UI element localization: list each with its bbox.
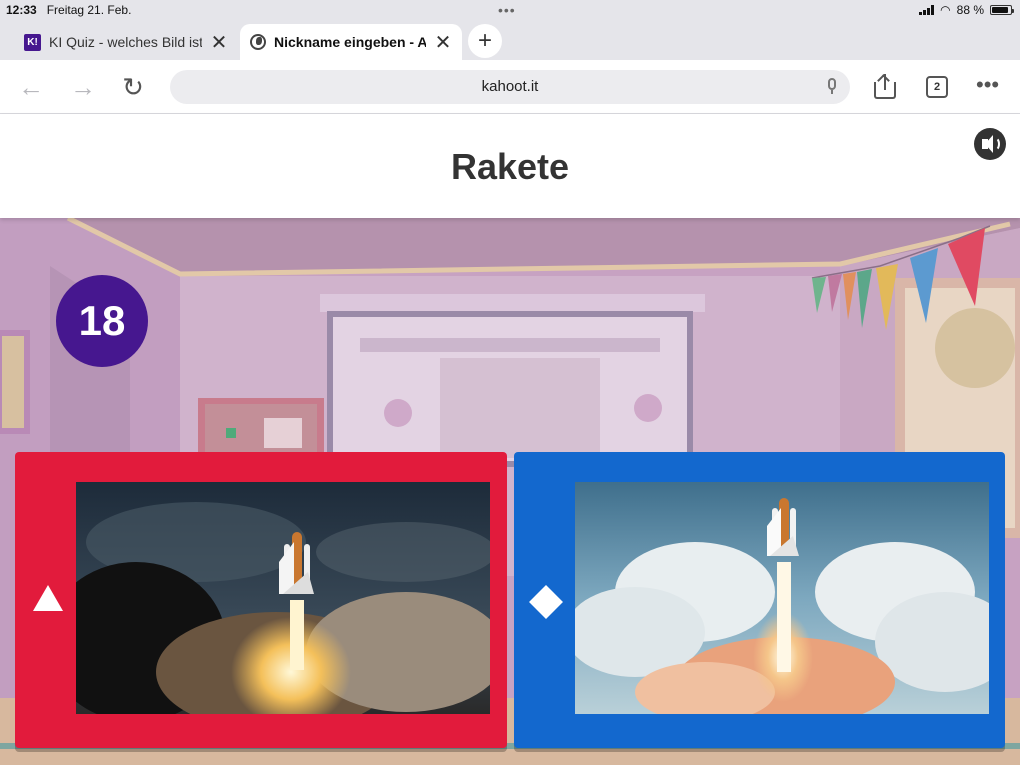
reload-icon[interactable]: ↻ (118, 72, 148, 103)
diamond-icon (529, 585, 563, 619)
status-bar: 12:33 Freitag 21. Feb. ••• ◠ 88 % (0, 0, 1020, 20)
status-time: 12:33 (6, 3, 37, 17)
tab-bar: K! KI Quiz - welches Bild ist ✕ Nickname… (0, 20, 1020, 60)
tab-label: KI Quiz - welches Bild ist (49, 34, 202, 50)
answer-button-diamond[interactable] (514, 452, 1005, 748)
forward-arrow-icon[interactable]: → (68, 72, 98, 103)
more-options-icon[interactable]: ••• (976, 72, 999, 98)
kahoot-favicon-icon: K! (24, 33, 41, 51)
multitasking-dots-icon[interactable]: ••• (498, 2, 516, 18)
tab-label: Nickname eingeben - A (274, 34, 426, 50)
share-icon[interactable] (874, 74, 896, 100)
triangle-icon (33, 585, 63, 611)
wifi-icon: ◠ (940, 3, 951, 17)
quiz-stage: 18 (0, 218, 1020, 765)
address-bar[interactable]: kahoot.it (170, 70, 850, 104)
url-text: kahoot.it (481, 78, 539, 95)
status-date: Freitag 21. Feb. (46, 3, 132, 17)
new-tab-button[interactable]: + (468, 24, 502, 58)
globe-icon (250, 34, 266, 50)
battery-percent: 88 % (956, 3, 984, 17)
tab-overview-button[interactable]: 2 (926, 76, 948, 98)
microphone-icon[interactable] (826, 78, 838, 96)
answer-image-night-launch (76, 482, 490, 714)
tab-ki-quiz[interactable]: K! KI Quiz - welches Bild ist ✕ (14, 24, 238, 60)
cellular-signal-icon (919, 5, 935, 15)
answer-image-day-launch (575, 482, 989, 714)
battery-icon (990, 5, 1014, 15)
countdown-timer: 18 (56, 275, 148, 367)
sound-toggle-icon[interactable] (974, 128, 1006, 160)
question-title: Rakete (450, 146, 570, 187)
back-arrow-icon[interactable]: ← (16, 72, 46, 103)
close-tab-icon[interactable]: ✕ (210, 30, 228, 55)
close-tab-icon[interactable]: ✕ (434, 30, 452, 55)
browser-toolbar: ← → ↻ kahoot.it 2 ••• (0, 60, 1020, 114)
question-header: Rakete (0, 114, 1020, 218)
tab-nickname[interactable]: Nickname eingeben - A ✕ (240, 24, 462, 60)
answer-button-triangle[interactable] (15, 452, 507, 748)
